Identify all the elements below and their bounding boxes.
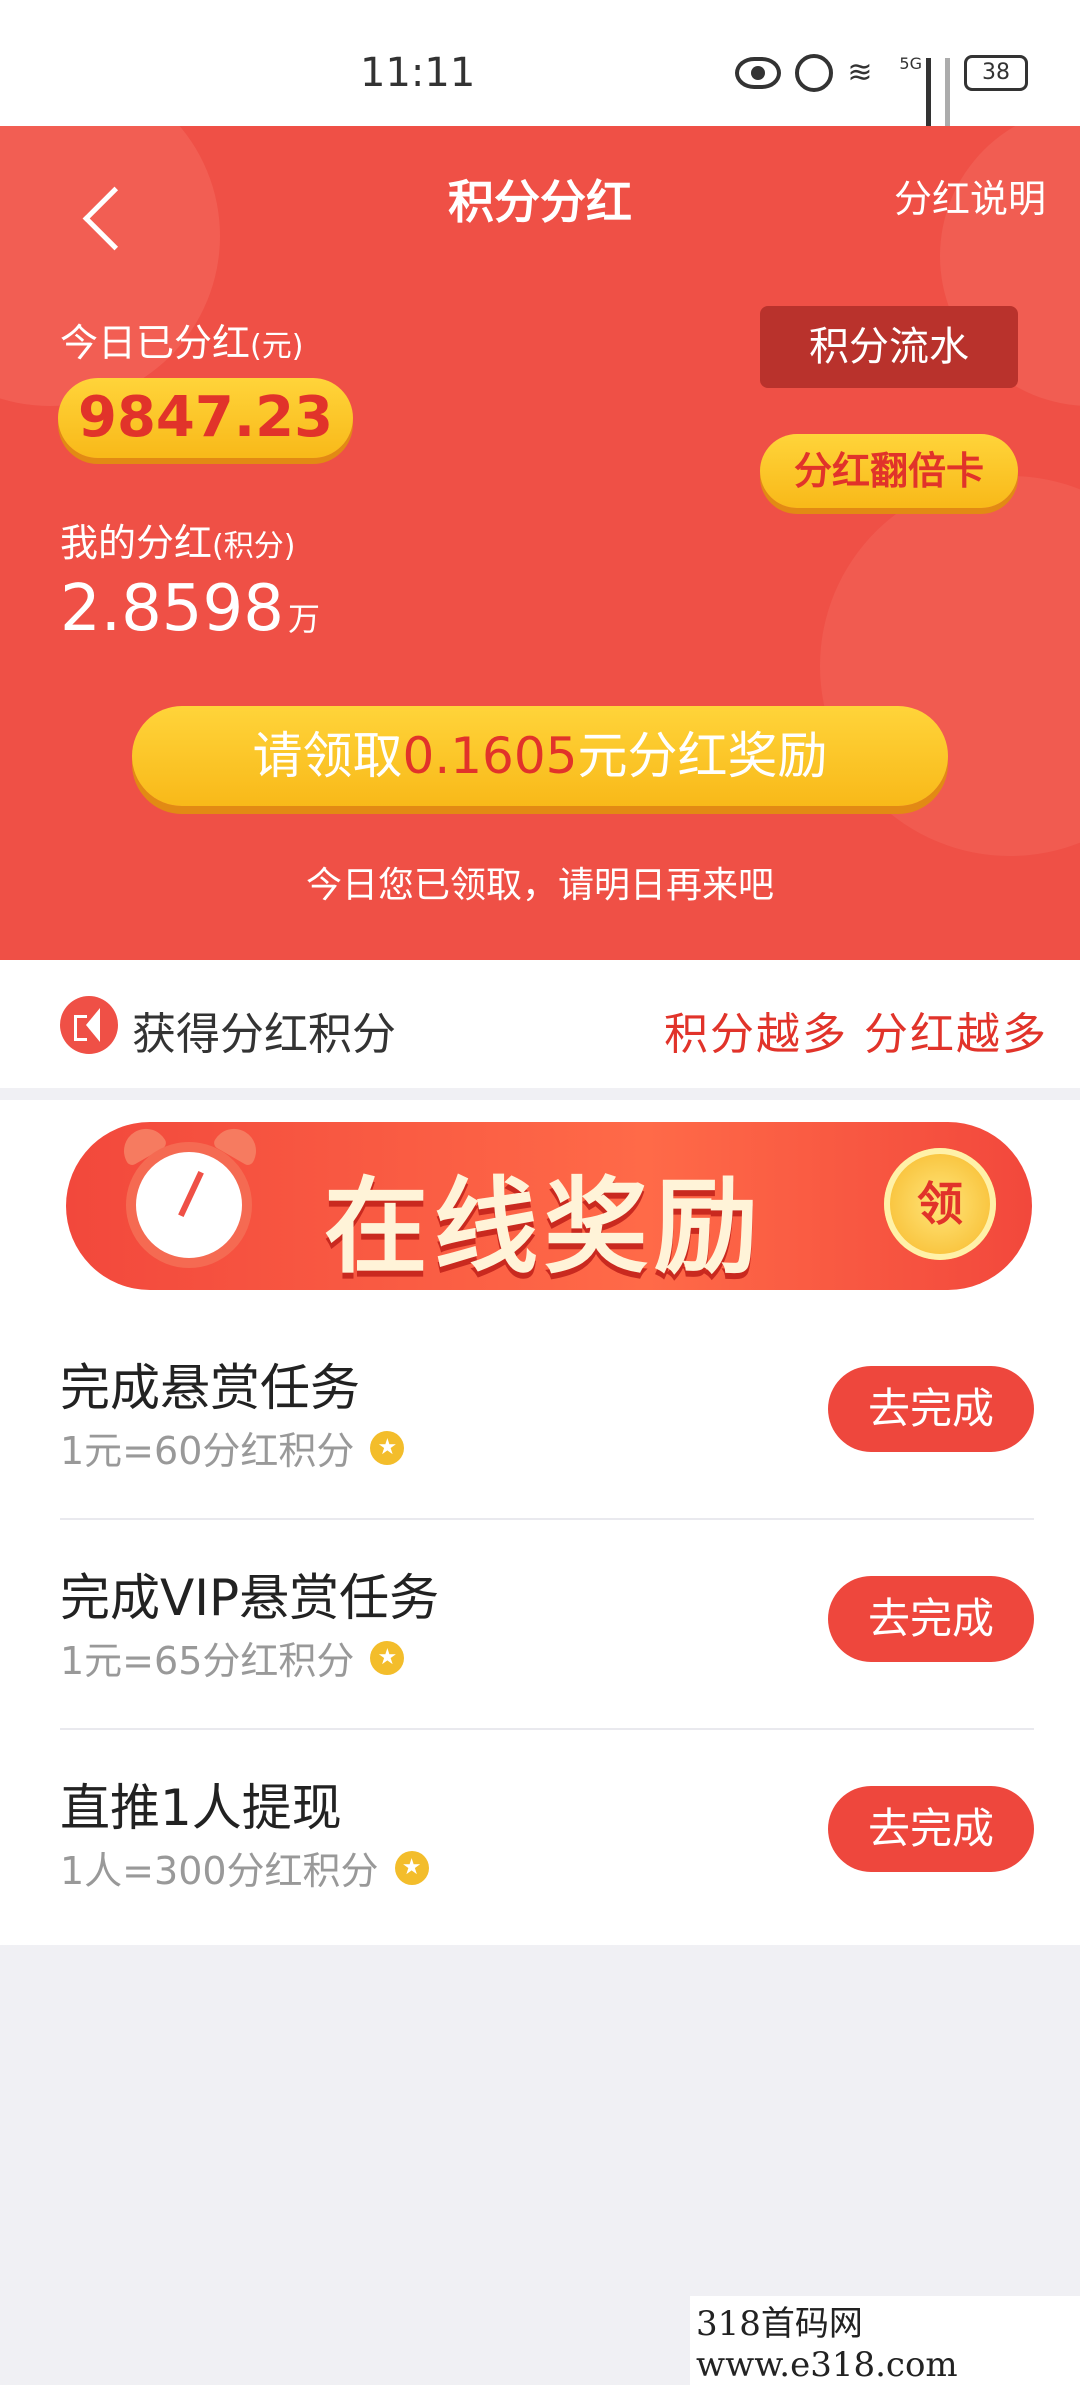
task-name: 完成VIP悬赏任务 xyxy=(60,1569,440,1627)
clock-time: 11:11 xyxy=(360,50,476,96)
my-dividend-unit: (积分) xyxy=(212,529,296,564)
task-row: 完成悬赏任务 1元=60分红积分 ★ 去完成 xyxy=(60,1310,1034,1520)
task-go-button[interactable]: 去完成 xyxy=(828,1366,1034,1452)
task-row: 完成VIP悬赏任务 1元=65分红积分 ★ 去完成 xyxy=(60,1520,1034,1730)
signal-icon xyxy=(926,58,931,128)
today-dividend-value: 9847.23 xyxy=(58,378,354,458)
claim-coin-button[interactable]: 领 xyxy=(884,1148,996,1260)
eye-icon xyxy=(735,57,782,89)
dividend-explain-link[interactable]: 分红说明 xyxy=(894,168,1046,223)
notice-label: 获得分红积分 xyxy=(132,1009,396,1060)
double-card-button[interactable]: 分红翻倍卡 xyxy=(760,434,1018,508)
today-dividend-label: 今日已分红(元) xyxy=(60,312,303,367)
claim-amount: 0.1605 xyxy=(402,727,578,785)
wifi-icon: ≋ xyxy=(847,55,873,90)
alarm-icon xyxy=(795,54,834,92)
task-section: 在线奖励 领 完成悬赏任务 1元=60分红积分 ★ 去完成 完成VIP悬赏任务 1… xyxy=(0,1100,1080,1945)
claim-dividend-button[interactable]: 请领取0.1605元分红奖励 xyxy=(132,706,948,806)
task-rate: 1元=60分红积分 ★ xyxy=(60,1420,405,1475)
my-dividend-value-unit: 万 xyxy=(287,600,320,638)
star-icon: ★ xyxy=(370,1430,405,1465)
task-name: 直推1人提现 xyxy=(60,1779,342,1837)
claim-prefix: 请领取 xyxy=(252,727,403,785)
network-type-label: 5G xyxy=(899,54,922,73)
speaker-icon xyxy=(60,996,118,1054)
points-flow-button[interactable]: 积分流水 xyxy=(760,306,1018,388)
online-reward-banner[interactable]: 在线奖励 领 xyxy=(66,1122,1032,1290)
star-icon: ★ xyxy=(370,1640,405,1675)
alarm-clock-icon xyxy=(126,1142,252,1268)
banner-title: 在线奖励 xyxy=(324,1166,765,1288)
claim-suffix: 元分红奖励 xyxy=(577,727,828,785)
claimed-note: 今日您已领取，请明日再来吧 xyxy=(305,865,774,906)
my-dividend-number: 2.8598 xyxy=(60,572,284,646)
task-row: 直推1人提现 1人=300分红积分 ★ 去完成 xyxy=(60,1730,1034,1940)
dividend-header: 积分分红 分红说明 今日已分红(元) 9847.23 积分流水 分红翻倍卡 我的… xyxy=(0,126,1080,960)
task-rate-text: 1元=65分红积分 xyxy=(60,1639,355,1683)
status-icons: ≋ 5G 38 xyxy=(735,54,1028,128)
status-bar: 11:11 ≋ 5G 38 xyxy=(0,0,1080,128)
task-rate: 1人=300分红积分 ★ xyxy=(60,1840,429,1895)
today-dividend-label-text: 今日已分红 xyxy=(60,321,251,365)
task-go-button[interactable]: 去完成 xyxy=(828,1786,1034,1872)
notice-bar: 获得分红积分 积分越多 分红越多 xyxy=(0,960,1080,1088)
battery-icon: 38 xyxy=(964,55,1028,91)
task-rate: 1元=65分红积分 ★ xyxy=(60,1630,405,1685)
notice-slogan: 积分越多 分红越多 xyxy=(664,1009,1048,1060)
task-name: 完成悬赏任务 xyxy=(60,1359,360,1417)
task-rate-text: 1人=300分红积分 xyxy=(60,1849,379,1893)
my-dividend-label-text: 我的分红 xyxy=(60,521,213,565)
star-icon: ★ xyxy=(394,1850,429,1885)
signal-2-icon xyxy=(945,58,950,128)
my-dividend-label: 我的分红(积分) xyxy=(60,512,295,567)
watermark: 318首码网 www.e318.com xyxy=(690,2296,1080,2385)
task-rate-text: 1元=60分红积分 xyxy=(60,1429,355,1473)
my-dividend-value: 2.8598 万 xyxy=(60,572,320,646)
task-go-button[interactable]: 去完成 xyxy=(828,1576,1034,1662)
today-dividend-unit: (元) xyxy=(250,329,304,364)
